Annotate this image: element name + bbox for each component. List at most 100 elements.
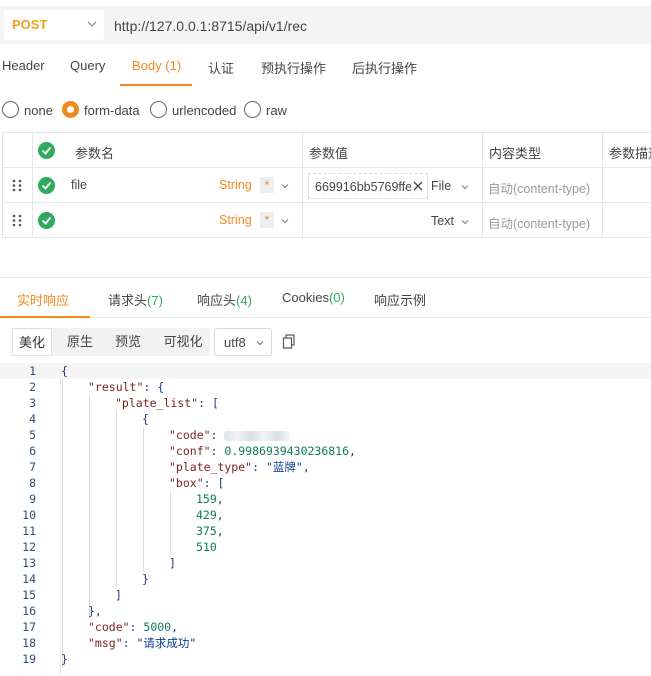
json-punct: : [	[203, 476, 225, 490]
json-key: "plate_type"	[169, 460, 253, 474]
json-punct: :	[129, 620, 144, 634]
chevron-down-icon[interactable]	[460, 182, 470, 192]
json-string: "蓝牌"	[265, 460, 303, 474]
table-row: String * Text 自动(content-type)	[2, 203, 651, 238]
tab-body-count: (1)	[165, 58, 182, 73]
code-line: 2 "result": {	[0, 379, 651, 395]
header-param-name: 参数名	[75, 146, 115, 161]
view-pretty-button[interactable]: 美化	[12, 328, 52, 356]
json-punct: ,	[216, 508, 224, 522]
view-preview-button[interactable]: 预览	[108, 328, 148, 356]
tab-body-label: Body	[132, 58, 162, 73]
drag-handle-icon[interactable]	[12, 214, 22, 227]
json-number: 429	[196, 508, 217, 522]
tab-post-request[interactable]: 后执行操作	[352, 58, 417, 77]
json-number: 5000	[143, 620, 172, 634]
json-key: "msg"	[88, 636, 123, 650]
line-number: 2	[29, 380, 36, 394]
line-number: 4	[29, 412, 36, 426]
response-tabs: 实时响应 请求头(7) 响应头(4) Cookies(0) 响应示例	[0, 278, 651, 318]
chevron-down-icon[interactable]	[280, 216, 290, 226]
body-mode-radios: none form-data urlencoded raw	[0, 96, 651, 124]
tab-response-headers[interactable]: 响应头(4)	[197, 290, 252, 309]
view-visualize-button[interactable]: 可视化	[156, 328, 210, 356]
line-number: 10	[22, 508, 36, 522]
chevron-down-icon	[256, 341, 264, 346]
json-punct: : {	[143, 380, 165, 394]
url-input[interactable]: http://127.0.0.1:8715/api/v1/rec	[114, 18, 307, 34]
json-key: "conf"	[169, 444, 211, 458]
tab-query[interactable]: Query	[70, 58, 105, 73]
tab-cookies[interactable]: Cookies(0)	[282, 290, 345, 305]
drag-handle-icon[interactable]	[12, 179, 22, 192]
chevron-down-icon	[87, 21, 97, 27]
view-mode-toolbar: 美化 原生 预览 可视化	[12, 328, 210, 356]
tab-header[interactable]: Header	[2, 58, 45, 73]
tab-count: (7)	[147, 293, 163, 308]
tab-label: Cookies	[282, 290, 329, 305]
params-table: 参数名 参数值 内容类型 参数描述 file String * 669916bb…	[2, 132, 651, 238]
tab-label: 响应头	[197, 293, 237, 308]
param-name[interactable]: file	[71, 178, 87, 192]
check-icon	[41, 216, 52, 225]
chevron-down-icon[interactable]	[280, 181, 290, 191]
radio-none-label: none	[24, 103, 53, 118]
copy-icon[interactable]	[282, 334, 296, 349]
tab-body[interactable]: Body (1)	[132, 58, 181, 73]
json-punct: {	[142, 412, 149, 426]
json-punct: ,	[171, 620, 179, 634]
code-line: 18 "msg": "请求成功"	[0, 635, 651, 651]
line-number: 15	[22, 588, 36, 602]
radio-urlencoded[interactable]: urlencoded	[150, 101, 236, 119]
json-punct: ,	[302, 460, 310, 474]
method-label: POST	[12, 17, 48, 32]
param-type-select[interactable]: String	[219, 213, 252, 227]
value-kind-select[interactable]: Text	[431, 214, 454, 228]
code-line: 7 "plate_type": "蓝牌",	[0, 459, 651, 475]
active-tab-indicator	[0, 316, 90, 318]
chevron-down-icon[interactable]	[460, 217, 470, 227]
radio-raw-label: raw	[266, 103, 287, 118]
code-line: 8 "box": [	[0, 475, 651, 491]
method-select[interactable]: POST	[4, 10, 104, 40]
required-toggle[interactable]: *	[260, 177, 274, 193]
tab-auth[interactable]: 认证	[208, 58, 234, 77]
code-line: 9 159,	[0, 491, 651, 507]
code-line: 10 429,	[0, 507, 651, 523]
response-body-editor[interactable]: 1{ 2 "result": { 3 "plate_list": [ 4{ 5 "co…	[0, 363, 651, 676]
code-line: 11 375,	[0, 523, 651, 539]
encoding-select[interactable]: utf8	[214, 328, 272, 356]
row-checkbox[interactable]	[38, 177, 55, 194]
radio-form-data[interactable]: form-data	[62, 101, 142, 119]
radio-raw[interactable]: raw	[244, 101, 290, 119]
tab-request-headers[interactable]: 请求头(7)	[108, 290, 163, 309]
radio-none[interactable]: none	[2, 101, 54, 119]
line-number: 18	[22, 636, 36, 650]
tab-label: 请求头	[108, 293, 148, 308]
json-punct: : [	[198, 396, 219, 410]
json-key: "plate_list"	[115, 396, 199, 410]
json-punct: ]	[169, 556, 176, 570]
close-icon[interactable]	[412, 180, 424, 192]
header-param-value: 参数值	[309, 146, 349, 161]
view-raw-button[interactable]: 原生	[60, 328, 100, 356]
tab-response-example[interactable]: 响应示例	[374, 290, 426, 309]
json-number: 0.9986939430236816	[224, 444, 350, 458]
tab-pre-request[interactable]: 预执行操作	[261, 58, 326, 77]
value-kind-select[interactable]: File	[431, 179, 451, 193]
row-checkbox[interactable]	[38, 212, 55, 229]
file-value-box[interactable]: 669916bb5769ffe	[308, 173, 428, 199]
header-content-type: 内容类型	[489, 146, 542, 161]
json-key: "code"	[169, 428, 211, 442]
line-number: 13	[22, 556, 36, 570]
select-all-checkbox[interactable]	[38, 142, 55, 159]
required-toggle[interactable]: *	[260, 212, 274, 228]
content-type-input[interactable]: 自动(content-type)	[488, 178, 590, 197]
radio-circle	[244, 101, 261, 118]
tab-live-response[interactable]: 实时响应	[17, 290, 69, 309]
line-number: 14	[22, 572, 36, 586]
param-type-select[interactable]: String	[219, 178, 252, 192]
radio-circle	[150, 101, 167, 118]
content-type-input[interactable]: 自动(content-type)	[488, 213, 590, 232]
check-icon	[41, 181, 52, 190]
